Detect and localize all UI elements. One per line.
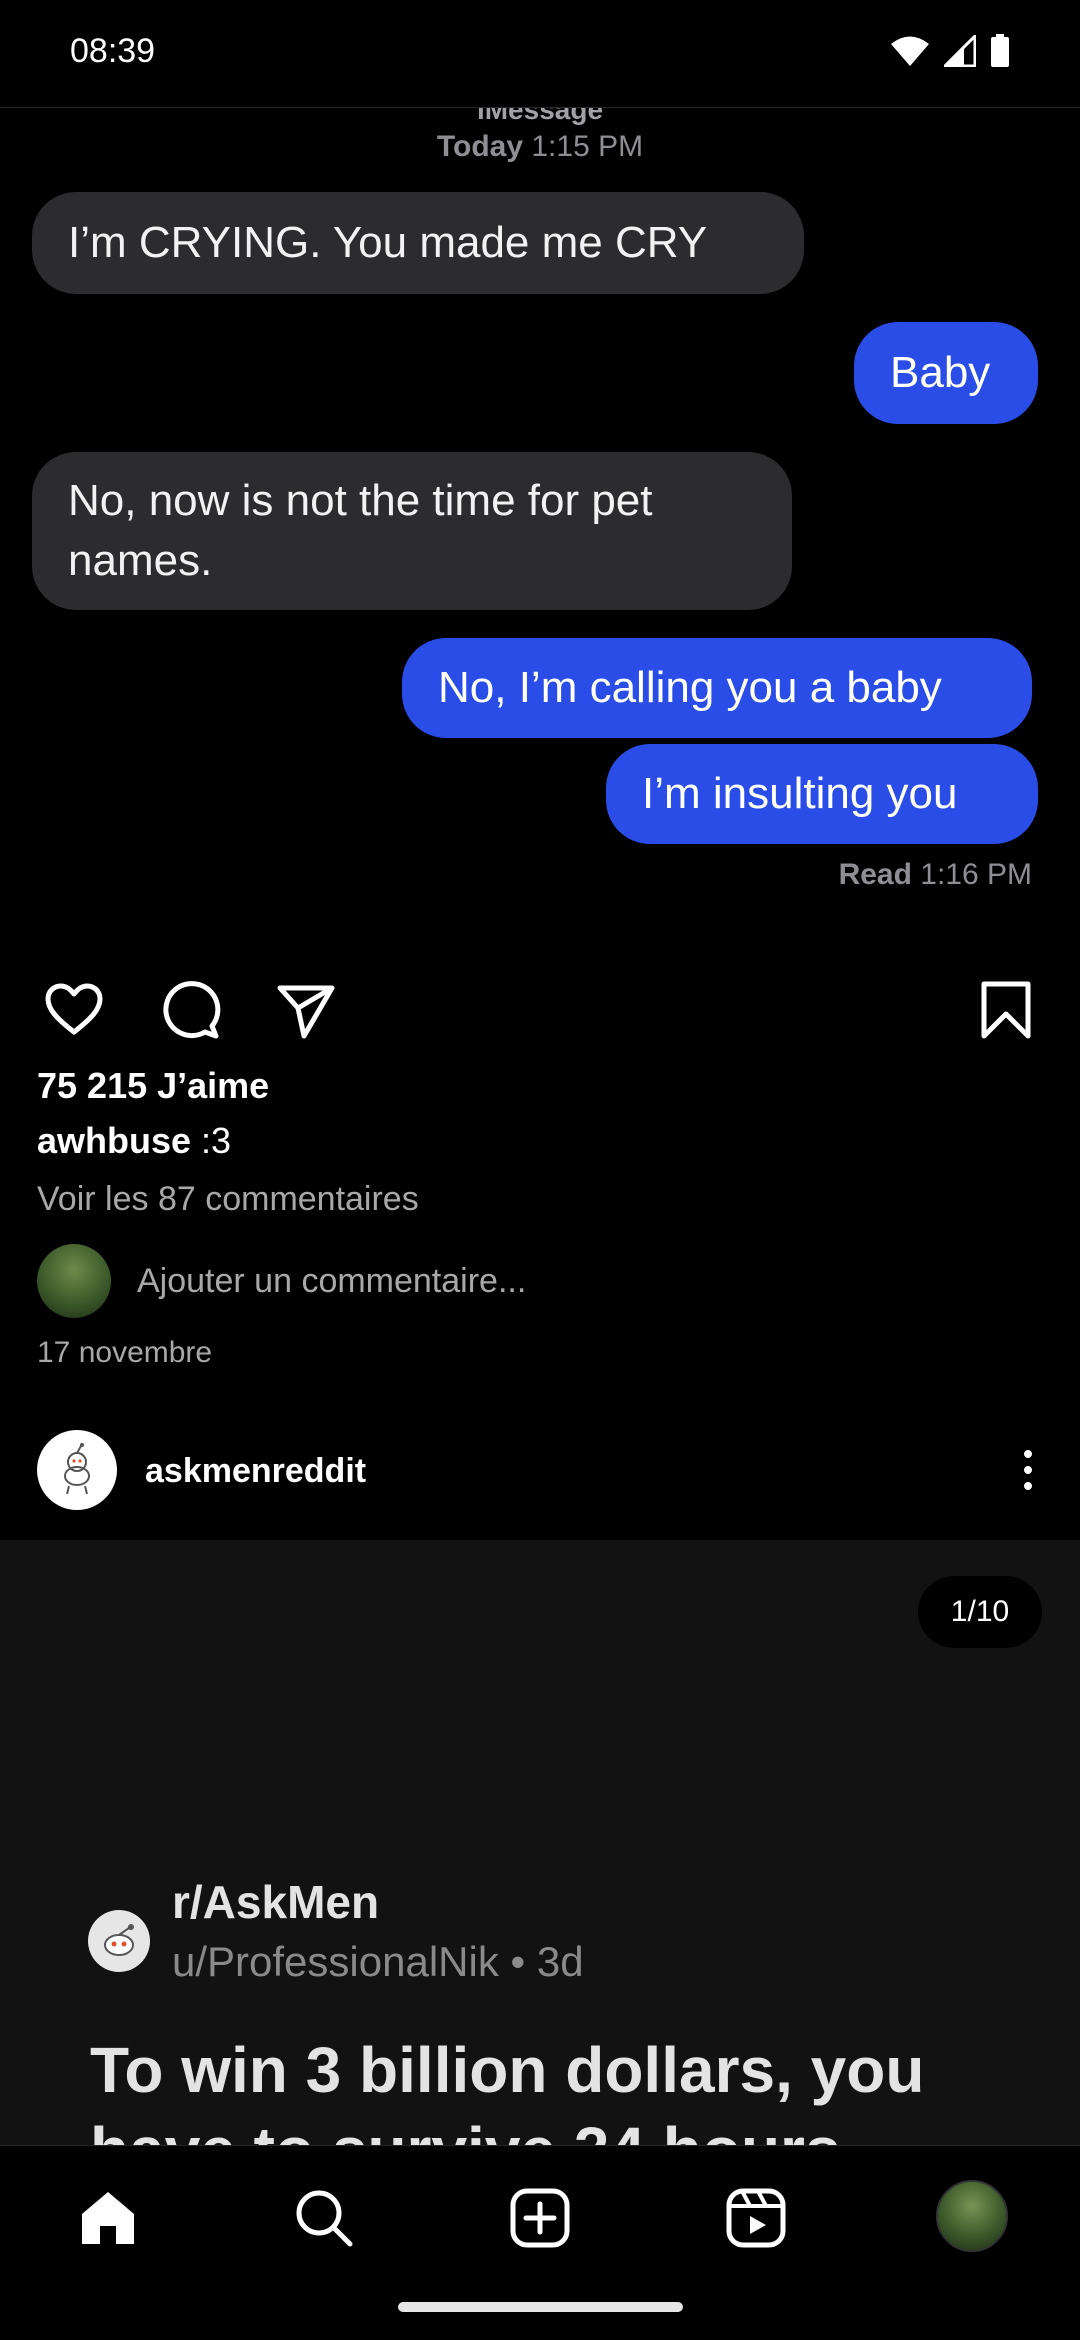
signal-icon: [944, 35, 976, 67]
message-bubble-incoming: I’m CRYING. You made me CRY: [32, 192, 804, 294]
heart-icon[interactable]: [42, 978, 106, 1042]
bookmark-icon[interactable]: [974, 978, 1038, 1042]
search-icon: [296, 2190, 353, 2247]
send-icon[interactable]: [274, 978, 338, 1042]
wifi-icon: [891, 36, 929, 66]
message-bubble-outgoing: Baby: [854, 322, 1038, 424]
create-icon: [510, 2188, 570, 2248]
nav-reels[interactable]: [720, 2182, 792, 2254]
message-bubble-outgoing: I’m insulting you: [606, 744, 1038, 844]
nav-search[interactable]: [288, 2182, 360, 2254]
status-bar: 08:39: [0, 0, 1080, 108]
carousel-counter: 1/10: [918, 1576, 1042, 1648]
post-meta: u/ProfessionalNik • 3d: [172, 1938, 584, 1985]
reddit-post-title: To win 3 billion dollars, you have to su…: [90, 2034, 925, 2145]
reels-icon: [726, 2188, 786, 2248]
post-date: 17 novembre: [37, 1336, 213, 1369]
reddit-logo-icon: [104, 1924, 134, 1956]
reddit-logo-icon: [64, 1443, 90, 1495]
subreddit-avatar: [88, 1910, 150, 1972]
imessage-timestamp: Today 1:15 PM: [436, 130, 644, 163]
post-caption: awhbuse :3: [37, 1120, 231, 1162]
add-comment-row[interactable]: Ajouter un commentaire...: [37, 1243, 526, 1319]
imessage-label: iMessage: [476, 108, 604, 125]
avatar: [37, 1244, 111, 1318]
profile-avatar[interactable]: [936, 2180, 1008, 2252]
comment-icon[interactable]: [158, 978, 222, 1042]
post-username[interactable]: askmenreddit: [145, 1452, 366, 1491]
avatar[interactable]: [37, 1430, 117, 1510]
add-comment-input[interactable]: Ajouter un commentaire...: [137, 1262, 526, 1301]
home-icon: [82, 2192, 134, 2244]
caption-text: :3: [191, 1120, 232, 1161]
subreddit-name: r/AskMen: [172, 1876, 380, 1928]
battery-icon: [991, 34, 1009, 67]
like-count[interactable]: 75 215 J’aime: [37, 1065, 269, 1107]
read-receipt: Read 1:16 PM: [838, 858, 1032, 891]
view-comments-link[interactable]: Voir les 87 commentaires: [37, 1180, 419, 1219]
message-bubble-outgoing: No, I’m calling you a baby: [402, 638, 1032, 738]
home-indicator[interactable]: [398, 2302, 683, 2312]
nav-home[interactable]: [72, 2182, 144, 2254]
more-vertical-icon[interactable]: [1016, 1448, 1040, 1492]
post-image[interactable]: iMessage Today 1:15 PM I’m CRYING. You m…: [0, 108, 1080, 950]
caption-username[interactable]: awhbuse: [37, 1120, 191, 1161]
message-bubble-incoming: No, now is not the time for pet names.: [32, 452, 792, 610]
post-media[interactable]: 1/10 r/AskMen u/ProfessionalNik • 3d To …: [0, 1540, 1080, 2145]
status-icons: [890, 34, 1010, 68]
status-time: 08:39: [70, 32, 156, 70]
post-actions: [0, 960, 1080, 1052]
post-header: askmenreddit: [0, 1428, 1080, 1540]
nav-create[interactable]: [504, 2182, 576, 2254]
